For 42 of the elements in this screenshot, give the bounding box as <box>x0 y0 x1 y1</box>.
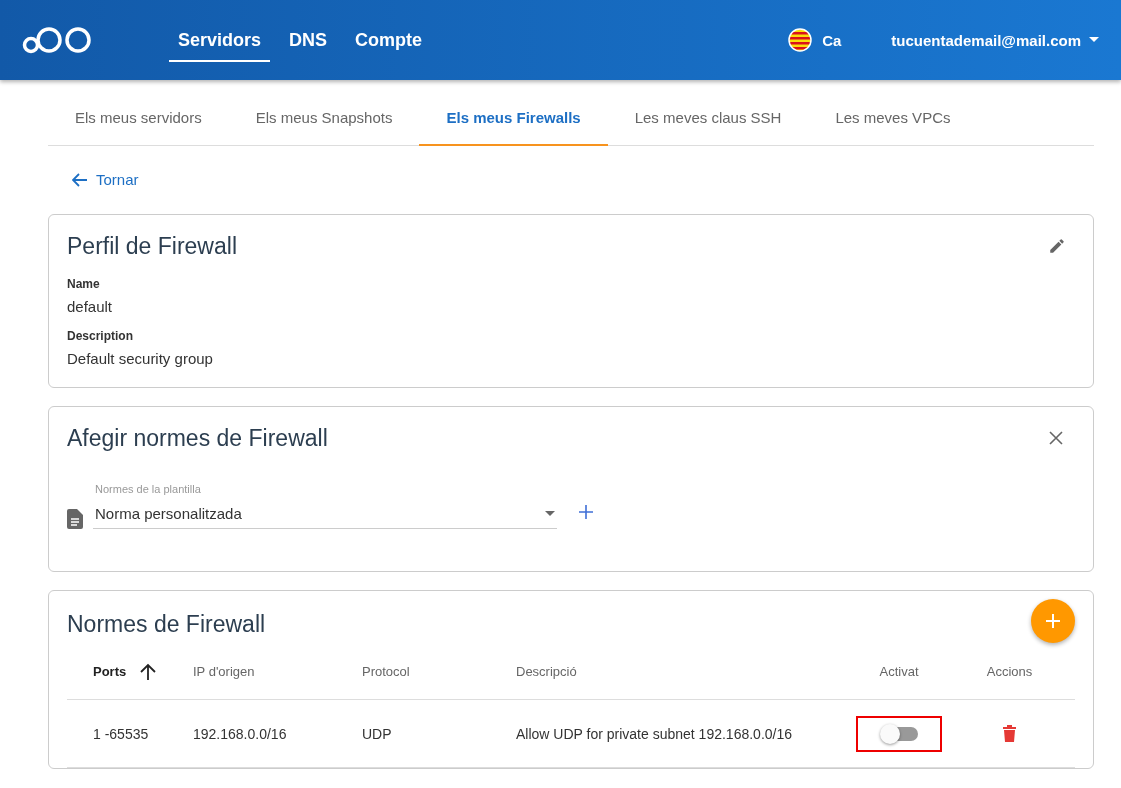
table-cell: UDP <box>362 700 516 768</box>
card-title: Perfil de Firewall <box>67 231 237 261</box>
language-label[interactable]: Ca <box>822 31 842 49</box>
tab[interactable]: Els meus Snapshots <box>228 90 420 146</box>
toggle-switch[interactable] <box>880 723 918 744</box>
close-icon[interactable] <box>1049 431 1063 445</box>
column-header[interactable]: Activat <box>854 643 944 700</box>
field-label: Name <box>67 277 101 291</box>
document-icon <box>67 509 83 529</box>
delete-trash-icon[interactable] <box>1003 725 1016 742</box>
add-icon <box>1046 614 1060 628</box>
account-menu[interactable]: tucuentademail@mail.com <box>891 31 1099 49</box>
table-cell: 192.168.0.0/16 <box>193 700 362 768</box>
field-value: default <box>67 298 114 315</box>
back-arrow-icon <box>72 172 88 187</box>
template-select[interactable]: Normes de la plantilla Norma personalitzada <box>93 483 557 529</box>
card-title: Normes de Firewall <box>67 609 266 639</box>
column-header[interactable]: Accions <box>944 643 1075 700</box>
logo-icon[interactable] <box>22 26 94 54</box>
table-cell: 1 -65535 <box>93 700 193 768</box>
nav-link[interactable]: Servidors <box>169 0 271 80</box>
nav-link[interactable]: Compte <box>346 0 432 80</box>
dropdown-caret-icon <box>545 511 555 516</box>
table-cell: Allow UDP for private subnet 192.168.0.0/16 <box>516 700 854 768</box>
column-header[interactable]: Ports <box>93 643 193 700</box>
tab[interactable]: Els meus servidors <box>48 90 229 146</box>
flag-icon[interactable] <box>788 28 813 52</box>
nav-link[interactable]: DNS <box>280 0 337 80</box>
tab[interactable]: Les meves VPCs <box>808 90 978 146</box>
field-label: Description <box>67 329 134 343</box>
field-value: Default security group <box>67 350 214 367</box>
add-icon[interactable] <box>579 505 593 519</box>
column-header[interactable]: Protocol <box>362 643 516 700</box>
tab[interactable]: Els meus Firewalls <box>419 90 608 146</box>
tab[interactable]: Les meves claus SSH <box>607 90 809 146</box>
card-title: Afegir normes de Firewall <box>67 423 328 453</box>
column-header[interactable]: Descripció <box>516 643 854 700</box>
caret-icon <box>1089 37 1099 43</box>
back-link[interactable]: Tornar <box>72 171 139 188</box>
edit-pencil-icon[interactable] <box>1048 237 1066 255</box>
sort-up-arrow-icon <box>140 662 157 680</box>
column-header[interactable]: IP d'origen <box>193 643 362 700</box>
